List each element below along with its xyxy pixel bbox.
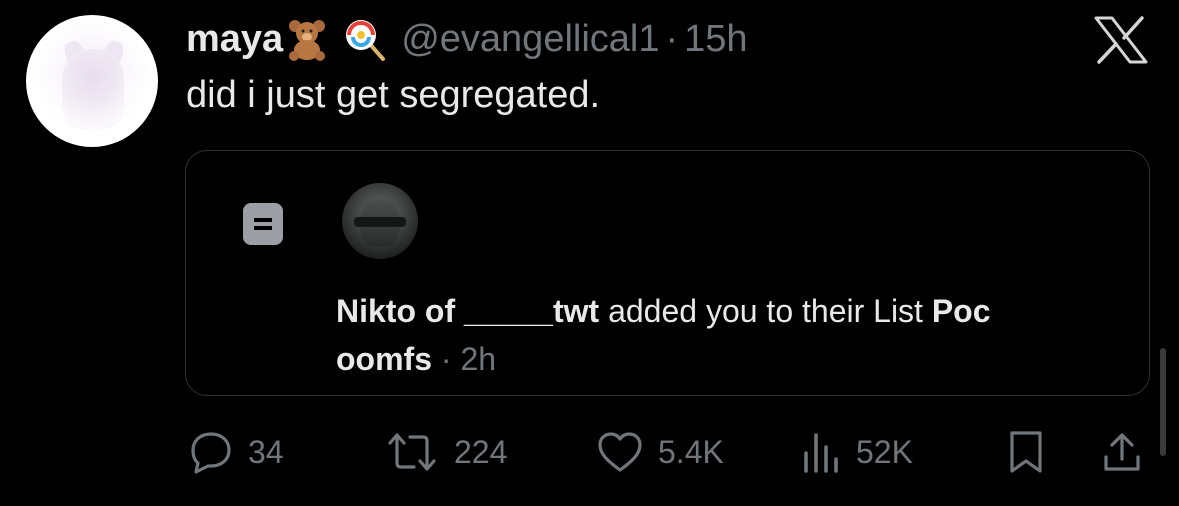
notification-time: 2h <box>460 341 497 377</box>
notification-list-name-part2[interactable]: oomfs <box>336 341 432 377</box>
like-count: 5.4K <box>658 433 724 470</box>
avatar-band <box>354 217 406 227</box>
author-name[interactable]: maya <box>186 18 283 61</box>
scrollbar[interactable] <box>1160 348 1166 456</box>
notification-list-name-part1[interactable]: Poc <box>932 293 991 329</box>
reply-button[interactable]: 34 <box>188 424 284 480</box>
avatar-figure <box>62 49 124 129</box>
share-button[interactable] <box>1100 424 1144 480</box>
reply-icon <box>191 432 231 474</box>
bookmark-button[interactable] <box>1004 424 1048 480</box>
notification-separator: · <box>440 341 452 377</box>
like-button[interactable]: 5.4K <box>596 424 724 480</box>
author-handle[interactable]: @evangellical1 <box>401 18 659 61</box>
retweet-button[interactable]: 224 <box>384 424 507 480</box>
lollipop-icon <box>343 17 387 61</box>
tweet-time[interactable]: 15h <box>684 18 747 61</box>
views-count: 52K <box>856 433 913 470</box>
retweet-count: 224 <box>454 433 508 470</box>
bookmark-icon <box>1010 431 1042 473</box>
views-button[interactable]: 52K <box>800 424 913 480</box>
notification-text: Nikto of _____twt added you to their Lis… <box>336 287 1116 383</box>
retweet-icon <box>388 433 436 471</box>
tweet-header: maya @evangellical1 · 15h <box>186 14 748 64</box>
list-icon <box>240 201 286 247</box>
notification-action: added you to their List <box>599 293 932 329</box>
nikto-avatar[interactable] <box>342 183 418 259</box>
views-icon <box>804 433 838 473</box>
like-icon <box>598 432 642 472</box>
author-avatar[interactable] <box>26 15 158 147</box>
teddy-bear-icon <box>285 17 329 61</box>
x-logo-icon <box>1094 16 1148 64</box>
notification-actor[interactable]: Nikto of _____twt <box>336 293 599 329</box>
quoted-notification-card[interactable]: Nikto of _____twt added you to their Lis… <box>185 150 1150 396</box>
reply-count: 34 <box>248 433 284 470</box>
tweet-text: did i just get segregated. <box>186 74 601 116</box>
header-separator: · <box>665 17 679 60</box>
share-icon <box>1104 433 1140 471</box>
action-bar: 34 224 5.4K 52K <box>0 424 1179 480</box>
